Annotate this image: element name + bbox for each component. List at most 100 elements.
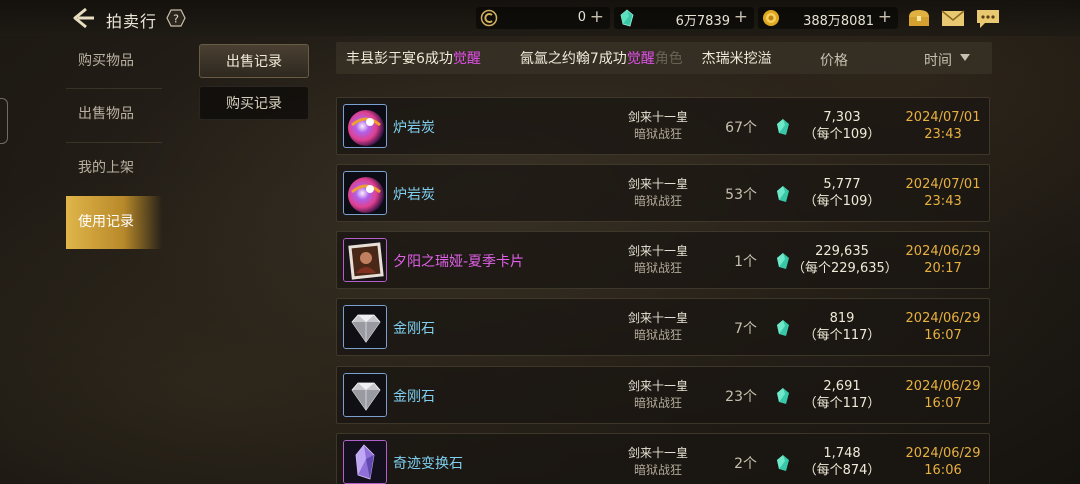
price: 5,777 （每个109） <box>792 176 892 210</box>
seller-info: 剑来十一皇 暗狱战狂 <box>613 109 703 143</box>
nav-item-label: 购买物品 <box>78 53 134 69</box>
item-name: 奇迹变换石 <box>393 456 463 472</box>
price: 229,635 （每个229,635） <box>792 243 898 277</box>
add-c-coin-button[interactable]: + <box>590 7 604 27</box>
c-coin-icon <box>480 9 498 27</box>
total-price: 229,635 <box>815 244 869 259</box>
marquee-text: 杰瑞米挖溢 <box>701 51 772 67</box>
card-icon[interactable] <box>343 238 387 282</box>
seller-server: 暗狱战狂 <box>633 328 682 342</box>
gold-value: 388万8081 <box>803 14 874 29</box>
add-gem-button[interactable]: + <box>734 7 748 27</box>
lava-charcoal-icon[interactable] <box>343 104 387 148</box>
seller-info: 剑来十一皇 暗狱战狂 <box>613 176 703 210</box>
total-price: 2,691 <box>823 379 861 394</box>
marquee-highlight: 觉醒 <box>626 51 655 67</box>
unit-price: （每个229,635） <box>792 261 898 276</box>
help-icon[interactable]: ? <box>166 9 186 27</box>
seller-server: 暗狱战狂 <box>633 463 682 477</box>
clock: 23:43 <box>924 127 962 142</box>
gem-icon <box>620 9 634 27</box>
table-row[interactable]: 炉岩炭 剑来十一皇 暗狱战狂 53个 5,777 （每个109） 2024/07/0… <box>336 164 990 222</box>
nav-item-buy[interactable]: 购买物品 <box>66 36 162 86</box>
mail-icon[interactable] <box>940 7 966 29</box>
date: 2024/06/29 <box>905 311 981 326</box>
quantity: 1个 <box>734 254 757 270</box>
side-drawer-handle[interactable] <box>0 98 8 144</box>
item-name: 金刚石 <box>393 321 435 337</box>
item-name: 炉岩炭 <box>393 187 435 203</box>
nav-item-my-listings[interactable]: 我的上架 <box>66 143 162 193</box>
unit-price: （每个874） <box>803 463 881 478</box>
nav-item-sell[interactable]: 出售物品 <box>66 89 162 139</box>
nav-item-usage-records[interactable]: 使用记录 <box>66 196 162 249</box>
marquee-text: 氤氲之约翰7成功 <box>519 51 627 67</box>
table-row[interactable]: 炉岩炭 剑来十一皇 暗狱战狂 67个 7,303 （每个109） 2024/07/0… <box>336 97 990 155</box>
nav-item-label: 使用记录 <box>78 214 134 230</box>
nav-item-label: 出售物品 <box>78 106 134 122</box>
marquee-highlight: 觉醒 <box>452 51 481 67</box>
chat-icon[interactable] <box>975 7 1001 29</box>
diamond-icon[interactable] <box>343 373 387 417</box>
total-price: 819 <box>829 311 855 326</box>
seller-name: 剑来十一皇 <box>627 379 688 393</box>
seller-server: 暗狱战狂 <box>633 396 682 410</box>
table-header: 丰县彭于宴6成功觉醒 氤氲之约翰7成功觉醒角色 杰瑞米挖溢 价格 时间 <box>336 42 992 74</box>
item-name: 金刚石 <box>393 389 435 405</box>
chest-icon[interactable] <box>906 7 932 29</box>
seller-server: 暗狱战狂 <box>633 261 682 275</box>
date: 2024/06/29 <box>905 244 981 259</box>
price: 7,303 （每个109） <box>792 109 892 143</box>
help-label: ? <box>173 13 179 26</box>
sort-down-icon[interactable] <box>960 54 970 61</box>
column-role: 角色 <box>654 51 683 67</box>
table-row[interactable]: 夕阳之瑞娅-夏季卡片 剑来十一皇 暗狱战狂 1个 229,635 （每个229,63… <box>336 231 990 289</box>
add-gold-button[interactable]: + <box>878 7 892 27</box>
timestamp: 2024/06/29 20:17 <box>903 243 983 277</box>
currency-gem: 6万7839 + <box>614 7 754 29</box>
diamond-icon[interactable] <box>343 305 387 349</box>
tab-label: 出售记录 <box>226 54 282 70</box>
c-coin-value: 0 <box>577 10 586 25</box>
column-time[interactable]: 时间 <box>924 50 952 70</box>
gem-icon <box>777 388 789 404</box>
timestamp: 2024/07/01 23:43 <box>903 109 983 143</box>
quantity: 7个 <box>734 321 757 337</box>
timestamp: 2024/07/01 23:43 <box>903 176 983 210</box>
tab-label: 购买记录 <box>226 96 282 112</box>
tab-sell-records[interactable]: 出售记录 <box>199 44 309 78</box>
table-row[interactable]: 金刚石 剑来十一皇暗狱战狂 7个 819 （每个117） 2024/06/29 16… <box>336 298 990 356</box>
gem-icon <box>777 119 789 135</box>
total-price: 5,777 <box>823 177 861 192</box>
clock: 20:17 <box>924 261 962 276</box>
page-title: 拍卖行 <box>106 12 158 31</box>
seller-info: 剑来十一皇 暗狱战狂 <box>613 445 703 479</box>
seller-name: 剑来十一皇 <box>627 311 688 325</box>
gold-coin-icon <box>763 10 779 26</box>
price: 2,691 （每个117） <box>792 378 892 412</box>
clock: 16:06 <box>924 463 962 478</box>
seller-name: 剑来十一皇 <box>627 177 688 191</box>
back-arrow-icon[interactable] <box>72 7 96 29</box>
quantity: 53个 <box>725 187 757 203</box>
date: 2024/06/29 <box>905 446 981 461</box>
currency-c-coin: 0 + <box>476 7 610 29</box>
announcement-marquee: 丰县彭于宴6成功觉醒 氤氲之约翰7成功觉醒角色 杰瑞米挖溢 <box>346 48 772 68</box>
gem-icon <box>777 455 789 471</box>
unit-price: （每个117） <box>803 328 881 343</box>
crystal-icon[interactable] <box>343 440 387 484</box>
table-row[interactable]: 奇迹变换石 剑来十一皇 暗狱战狂 2个 1,748 （每个874） 2024/06/… <box>336 433 990 484</box>
lava-charcoal-icon[interactable] <box>343 171 387 215</box>
table-row[interactable]: 金刚石 剑来十一皇 暗狱战狂 23个 2,691 （每个117） 2024/06/2… <box>336 366 990 424</box>
date: 2024/07/01 <box>905 110 981 125</box>
total-price: 1,748 <box>823 446 861 461</box>
column-price[interactable]: 价格 <box>820 50 848 70</box>
currency-gold: 388万8081 + <box>758 7 898 29</box>
quantity: 23个 <box>725 389 757 405</box>
tab-buy-records[interactable]: 购买记录 <box>199 86 309 120</box>
total-price: 7,303 <box>823 110 861 125</box>
top-bar: 拍卖行 ? 0 + 6万7839 + 388万8081 + <box>0 0 1080 36</box>
item-name: 夕阳之瑞娅-夏季卡片 <box>393 254 525 270</box>
clock: 16:07 <box>924 328 962 343</box>
timestamp: 2024/06/29 16:06 <box>903 445 983 479</box>
